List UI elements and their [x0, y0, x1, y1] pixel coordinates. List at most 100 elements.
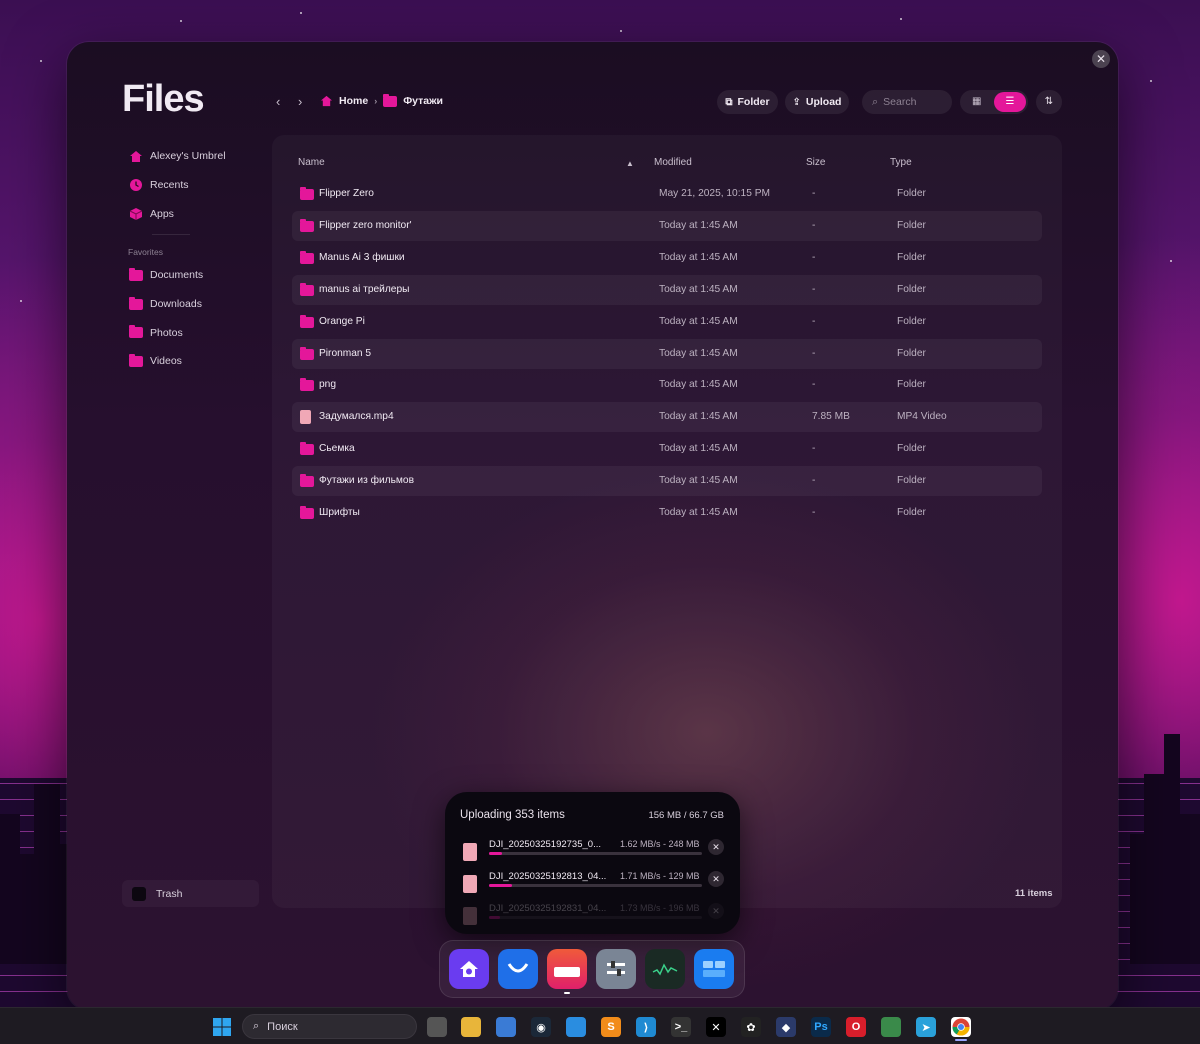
favorites-heading: Favorites	[128, 247, 163, 258]
notepad-icon[interactable]	[566, 1017, 586, 1037]
sidebar-item-home[interactable]: Alexey's Umbrel	[122, 142, 262, 171]
home-app-icon[interactable]	[449, 949, 489, 989]
video-file-icon	[463, 843, 477, 861]
search-placeholder: Search	[883, 96, 917, 108]
sidebar-item-label: Videos	[150, 355, 182, 368]
table-row[interactable]: Футажи из фильмов Today at 1:45 AM - Folder	[292, 466, 1042, 497]
file-name: Футажи из фильмов	[319, 475, 414, 487]
breadcrumb-home[interactable]: Home	[339, 95, 368, 107]
table-row[interactable]: Manus Ai 3 фишки Today at 1:45 AM - Folder	[292, 243, 1042, 273]
table-row[interactable]: Flipper Zero May 21, 2025, 10:15 PM - Folde…	[292, 179, 1042, 209]
sidebar-item-apps[interactable]: Apps	[122, 199, 262, 228]
file-modified: Today at 1:45 AM	[659, 475, 738, 487]
file-size: -	[812, 188, 816, 199]
close-window-button[interactable]: ✕	[1092, 50, 1110, 68]
file-size: -	[812, 283, 816, 295]
folder-icon	[129, 267, 143, 282]
cancel-upload-button[interactable]: ✕	[708, 903, 724, 919]
sidebar-item-recents[interactable]: Recents	[122, 171, 262, 200]
davinci-resolve-icon[interactable]: ◆	[776, 1017, 796, 1037]
file-name: Flipper Zero	[319, 188, 374, 199]
new-folder-button[interactable]: ⧉ Folder	[717, 90, 778, 114]
terminal-icon[interactable]: >_	[671, 1017, 691, 1037]
table-row[interactable]: manus ai трейлеры Today at 1:45 AM - Folder	[292, 274, 1042, 305]
folder-icon	[300, 378, 314, 392]
search-input[interactable]: ⌕ Search	[862, 90, 952, 114]
dock	[439, 940, 745, 998]
file-type: Folder	[897, 443, 926, 455]
settings-app-icon[interactable]	[596, 949, 636, 989]
file-size: 7.85 MB	[812, 411, 850, 423]
start-icon[interactable]	[212, 1017, 232, 1037]
sidebar-item-videos[interactable]: Videos	[122, 347, 262, 376]
upload-button[interactable]: ⇪ Upload	[785, 90, 849, 114]
folder-icon	[300, 346, 314, 360]
dock-active-indicator	[564, 992, 570, 994]
photoshop-icon[interactable]: Ps	[811, 1017, 831, 1037]
table-row[interactable]: Flipper zero monitor' Today at 1:45 AM - Fo…	[292, 210, 1042, 241]
upload-file-name: DJI_20250325192813_04...	[489, 871, 607, 882]
table-row[interactable]: Задумался.mp4 Today at 1:45 AM 7.85 MB MP4 …	[292, 402, 1042, 433]
sort-asc-icon[interactable]: ▲	[626, 159, 634, 168]
inbox-app-icon[interactable]	[498, 949, 538, 989]
monitor-app-icon[interactable]	[645, 949, 685, 989]
folder-icon	[300, 474, 314, 488]
file-name: Сьемка	[319, 443, 355, 455]
table-row[interactable]: png Today at 1:45 AM - Folder	[292, 370, 1042, 400]
forward-button[interactable]: ›	[298, 94, 302, 109]
sidebar-item-photos[interactable]: Photos	[122, 318, 262, 347]
telegram-icon[interactable]: ➤	[916, 1017, 936, 1037]
widgets-app-icon[interactable]	[694, 949, 734, 989]
task-view-icon[interactable]	[427, 1017, 447, 1037]
table-row[interactable]: Шрифты Today at 1:45 AM - Folder	[292, 498, 1042, 528]
cancel-upload-button[interactable]: ✕	[708, 839, 724, 855]
column-name[interactable]: Name	[298, 157, 325, 168]
video-file-icon	[463, 907, 477, 925]
folder-icon	[129, 353, 143, 368]
sidebar: Alexey's Umbrel Recents Apps Favorites D…	[122, 142, 262, 376]
back-button[interactable]: ‹	[276, 94, 280, 109]
breadcrumb-current[interactable]: Футажи	[403, 95, 443, 107]
file-modified: Today at 1:45 AM	[659, 411, 738, 423]
upload-progress-bar	[489, 852, 702, 855]
column-modified[interactable]: Modified	[654, 157, 692, 168]
upload-file-name: DJI_20250325192735_0...	[489, 839, 601, 850]
table-row[interactable]: Pironman 5 Today at 1:45 AM - Folder	[292, 338, 1042, 369]
sort-icon[interactable]: ⇅	[1036, 90, 1062, 114]
files-app-icon[interactable]	[547, 949, 587, 989]
app-icon[interactable]	[881, 1017, 901, 1037]
table-row[interactable]: Orange Pi Today at 1:45 AM - Folder	[292, 307, 1042, 337]
file-explorer-icon[interactable]	[461, 1017, 481, 1037]
home-icon	[320, 95, 333, 107]
sidebar-item-documents[interactable]: Documents	[122, 261, 262, 290]
sidebar-item-label: Downloads	[150, 298, 202, 311]
cancel-upload-button[interactable]: ✕	[708, 871, 724, 887]
chatgpt-icon[interactable]: ✿	[741, 1017, 761, 1037]
chrome-icon[interactable]	[951, 1017, 971, 1037]
column-type[interactable]: Type	[890, 157, 912, 168]
file-type: Folder	[897, 475, 926, 487]
home-icon	[129, 150, 143, 163]
grid-view-icon[interactable]: ▦	[972, 96, 981, 107]
file-name: Orange Pi	[319, 315, 365, 327]
file-type: Folder	[897, 251, 926, 263]
folder-icon	[300, 282, 314, 296]
sidebar-item-downloads[interactable]: Downloads	[122, 290, 262, 319]
vscode-icon[interactable]: ⟩	[636, 1017, 656, 1037]
capcut-icon[interactable]: ✕	[706, 1017, 726, 1037]
steam-icon[interactable]: ◉	[531, 1017, 551, 1037]
folder-icon	[300, 218, 314, 232]
file-size: -	[812, 315, 816, 327]
store-icon[interactable]	[496, 1017, 516, 1037]
sublime-text-icon[interactable]: S	[601, 1017, 621, 1037]
column-size[interactable]: Size	[806, 157, 825, 168]
taskbar-search-input[interactable]: ⌕ Поиск	[242, 1014, 417, 1039]
sidebar-item-trash[interactable]: Trash	[122, 880, 259, 907]
file-modified: Today at 1:45 AM	[659, 219, 738, 231]
upload-file-speed: 1.71 MB/s - 129 MB	[620, 871, 700, 881]
list-view-icon[interactable]: ☰	[994, 92, 1026, 112]
table-row[interactable]: Сьемка Today at 1:45 AM - Folder	[292, 434, 1042, 464]
video-file-icon	[463, 875, 477, 893]
opera-icon[interactable]: O	[846, 1017, 866, 1037]
app-title: Files	[122, 78, 205, 120]
